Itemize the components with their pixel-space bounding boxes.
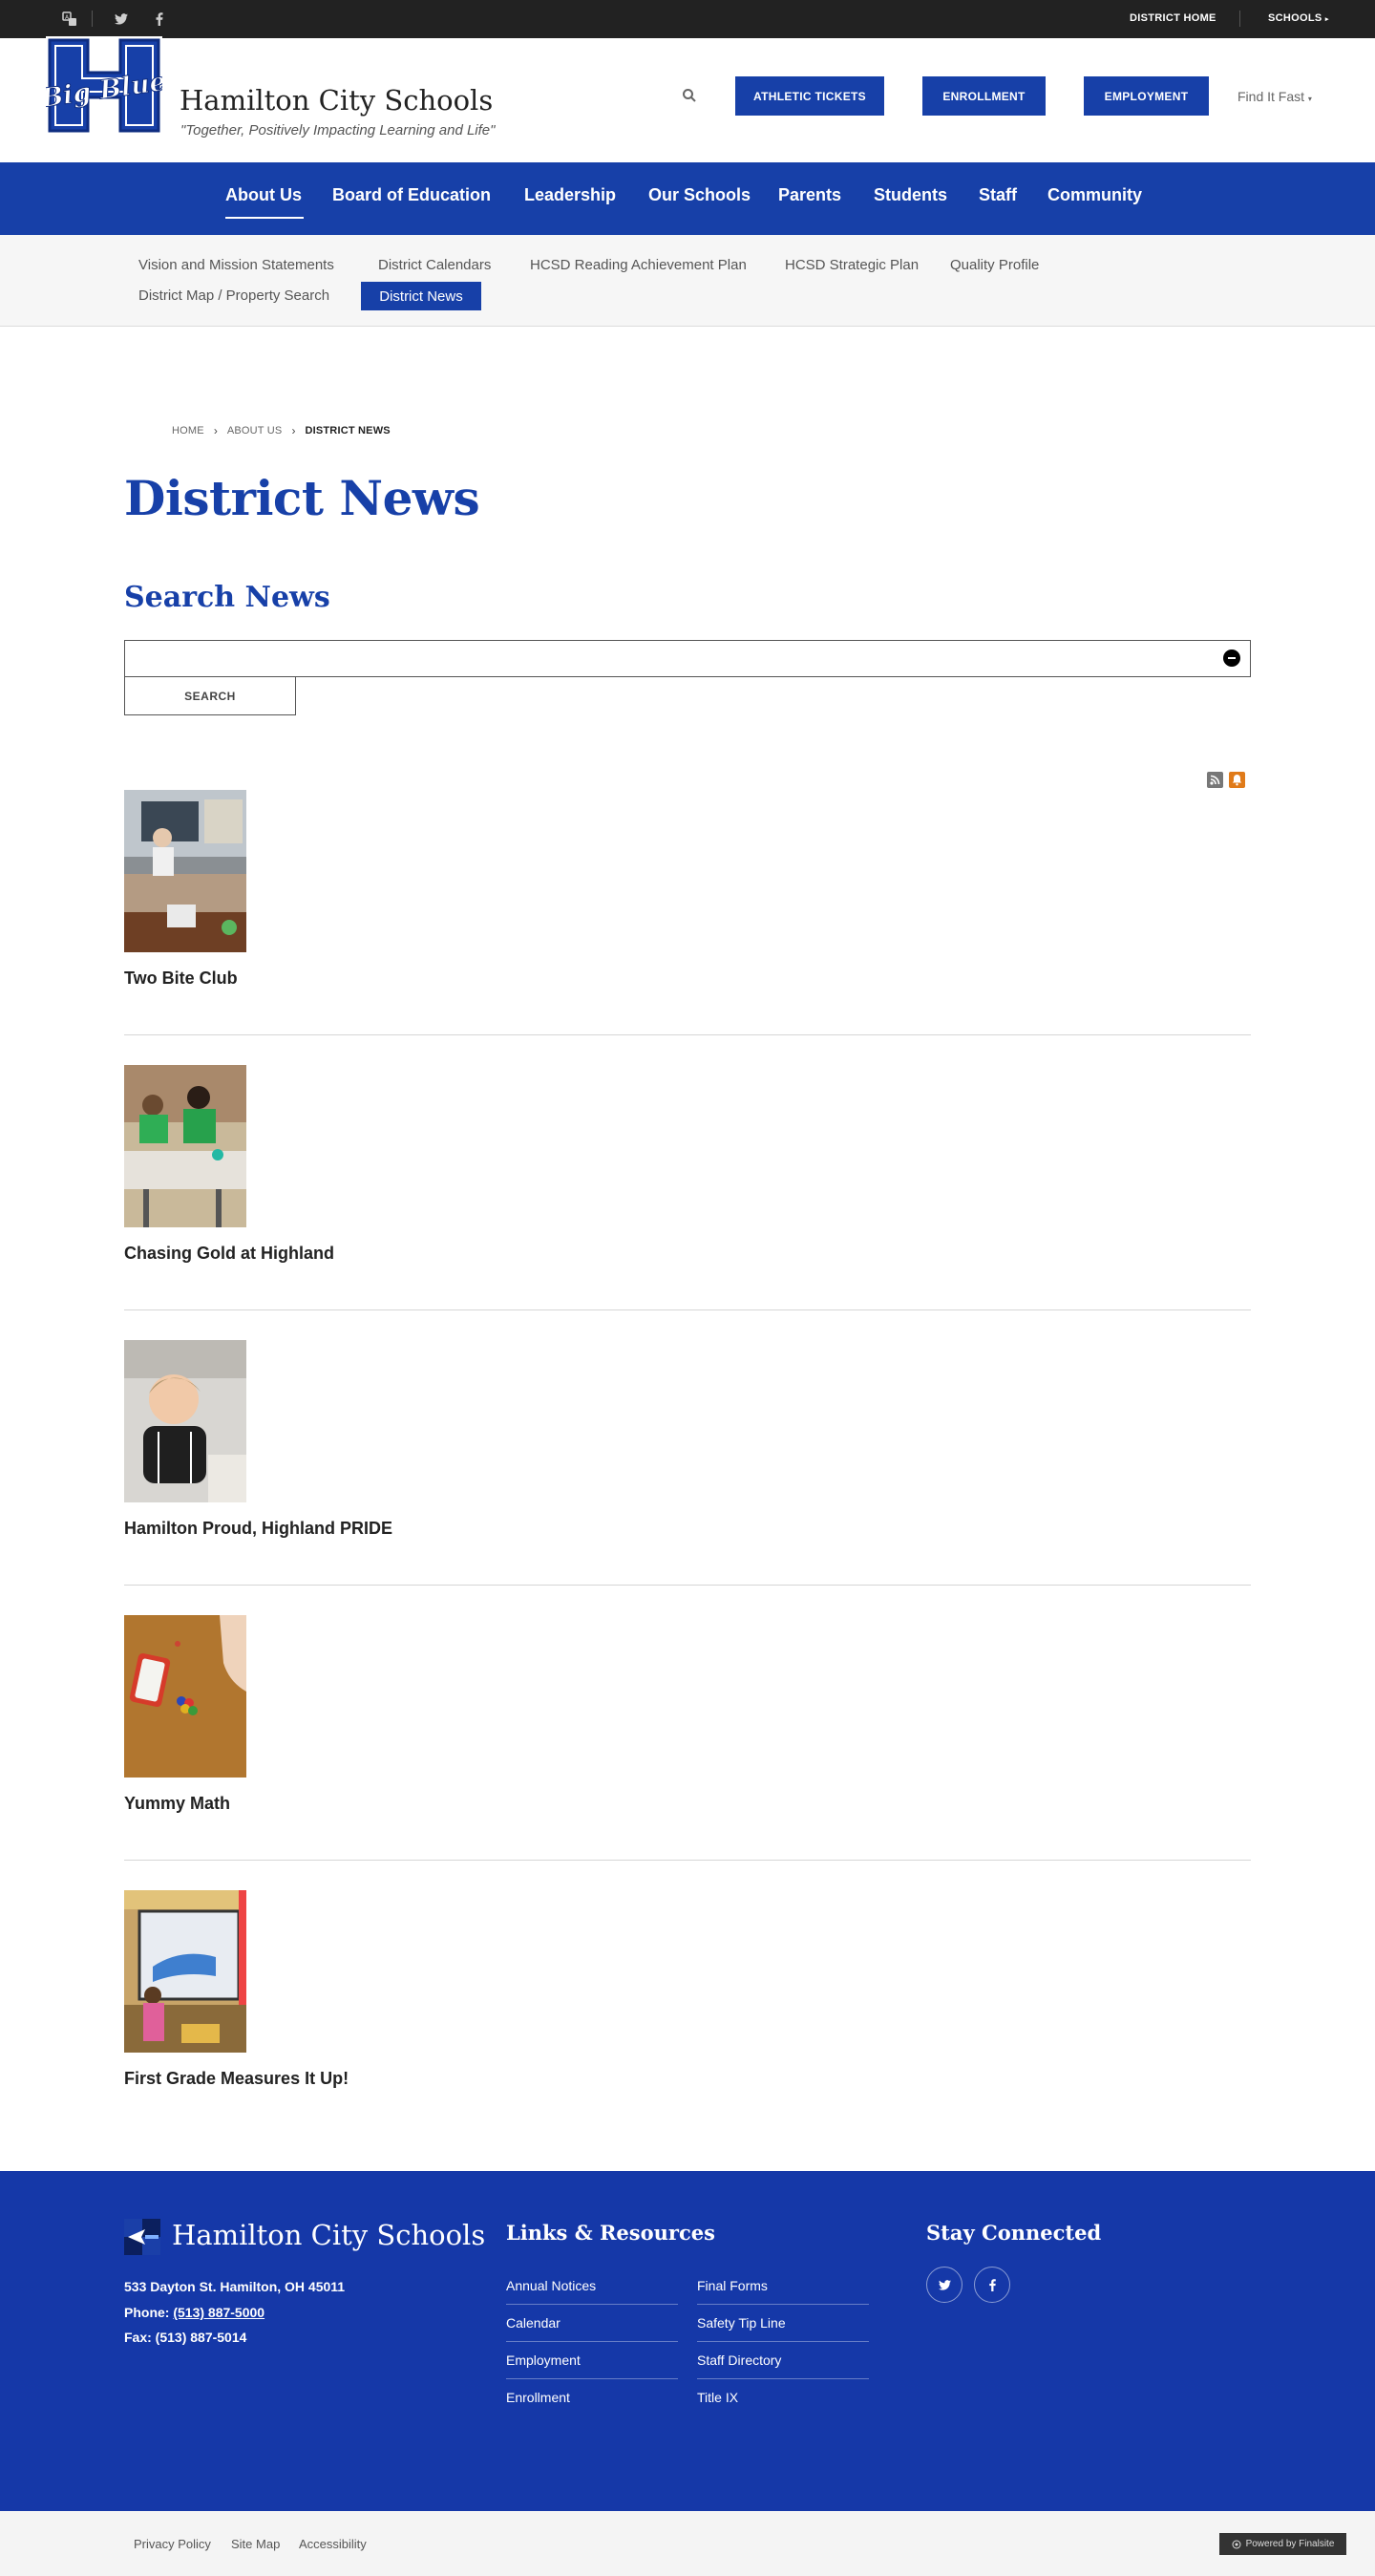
subnav-district-news[interactable]: District News [361,282,481,310]
utility-bar: A DISTRICT HOME SCHOOLS ▸ [0,0,1375,38]
district-logo[interactable]: Big Blue [38,36,168,135]
subnav-district-map[interactable]: District Map / Property Search [138,287,329,304]
news-divider [124,1585,1251,1586]
accessibility-link[interactable]: Accessibility [299,2537,367,2551]
site-title[interactable]: Hamilton City Schools [180,84,493,117]
breadcrumb: HOME › ABOUT US › DISTRICT NEWS [172,424,391,437]
athletic-tickets-button[interactable]: ATHLETIC TICKETS [735,76,884,116]
subnav-quality-profile[interactable]: Quality Profile [950,257,1039,273]
news-search-input[interactable] [124,640,1251,677]
footer-link-calendar[interactable]: Calendar [506,2315,678,2342]
district-home-link[interactable]: DISTRICT HOME [1130,12,1216,24]
news-title[interactable]: First Grade Measures It Up! [124,2069,349,2089]
site-tagline: "Together, Positively Impacting Learning… [180,122,496,138]
clear-search-icon[interactable] [1223,649,1240,667]
rss-icon[interactable] [1207,772,1223,788]
search-news-heading: Search News [124,581,330,614]
footer-facebook-icon[interactable] [974,2267,1010,2303]
enrollment-button[interactable]: ENROLLMENT [922,76,1046,116]
footer-logo[interactable] [124,2219,160,2255]
news-thumbnail[interactable] [124,1065,246,1227]
footer-phone-label: Phone: [124,2305,170,2320]
news-thumbnail[interactable] [124,1890,246,2053]
nav-staff[interactable]: Staff [979,185,1017,205]
subnav-vision-mission[interactable]: Vision and Mission Statements [138,257,334,273]
news-item[interactable]: First Grade Measures It Up! [124,1890,1251,2165]
footer-link-employment[interactable]: Employment [506,2352,678,2379]
footer-link-annual-notices[interactable]: Annual Notices [506,2278,678,2305]
nav-students[interactable]: Students [874,185,947,205]
footer-phone-link[interactable]: (513) 887-5000 [173,2305,264,2320]
news-title[interactable]: Two Bite Club [124,969,238,989]
news-divider [124,1860,1251,1861]
translate-icon[interactable]: A [60,10,79,29]
nav-leadership[interactable]: Leadership [524,185,616,205]
news-thumbnail[interactable] [124,1615,246,1778]
legal-bar: Privacy Policy Site Map Accessibility [0,2511,1375,2576]
active-nav-indicator [225,217,304,219]
footer-district-name: Hamilton City Schools [172,2219,486,2251]
caret-down-icon: ▾ [1307,95,1312,103]
nav-board-of-education[interactable]: Board of Education [332,185,491,205]
footer-phone: Phone: (513) 887-5000 [124,2305,264,2320]
footer-address: 533 Dayton St. Hamilton, OH 45011 [124,2279,346,2294]
news-item[interactable]: Yummy Math [124,1615,1251,1890]
main-navigation: About Us Board of Education Leadership O… [0,162,1375,235]
stay-connected-heading: Stay Connected [926,2221,1102,2245]
links-resources-heading: Links & Resources [506,2221,715,2245]
news-title[interactable]: Hamilton Proud, Highland PRIDE [124,1519,392,1539]
breadcrumb-home[interactable]: HOME [172,425,204,436]
schools-dropdown[interactable]: SCHOOLS ▸ [1268,12,1329,24]
privacy-policy-link[interactable]: Privacy Policy [134,2537,211,2551]
news-divider [124,1034,1251,1035]
footer-fax: Fax: (513) 887-5014 [124,2330,247,2345]
notification-icon[interactable] [1229,772,1245,788]
footer-link-enrollment[interactable]: Enrollment [506,2390,678,2416]
find-it-fast-dropdown[interactable]: Find It Fast ▾ [1238,89,1312,104]
powered-by-badge[interactable]: Powered by Finalsite [1219,2533,1346,2555]
news-divider [124,1309,1251,1310]
nav-about-us[interactable]: About Us [225,185,302,205]
chevron-right-icon: › [213,424,218,437]
footer-link-final-forms[interactable]: Final Forms [697,2278,869,2305]
site-footer: Hamilton City Schools 533 Dayton St. Ham… [0,2171,1375,2511]
news-item[interactable]: Hamilton Proud, Highland PRIDE [124,1340,1251,1615]
caret-right-icon: ▸ [1324,16,1329,23]
nav-community[interactable]: Community [1047,185,1142,205]
find-it-fast-label: Find It Fast [1238,89,1305,104]
employment-button[interactable]: EMPLOYMENT [1084,76,1209,116]
breadcrumb-about-us[interactable]: ABOUT US [227,425,283,436]
subnav-reading-achievement-plan[interactable]: HCSD Reading Achievement Plan [530,257,747,273]
site-map-link[interactable]: Site Map [231,2537,280,2551]
footer-link-safety-tip-line[interactable]: Safety Tip Line [697,2315,869,2342]
news-item[interactable]: Chasing Gold at Highland [124,1065,1251,1340]
breadcrumb-current: DISTRICT NEWS [305,425,391,436]
footer-link-title-ix[interactable]: Title IX [697,2390,869,2416]
search-icon[interactable] [682,88,701,107]
page-title: District News [124,470,480,526]
schools-label: SCHOOLS [1268,12,1322,24]
news-item[interactable]: Two Bite Club [124,790,1251,1065]
powered-by-label: Powered by Finalsite [1245,2539,1335,2549]
search-button[interactable]: SEARCH [124,676,296,715]
news-thumbnail[interactable] [124,1340,246,1502]
news-title[interactable]: Chasing Gold at Highland [124,1244,334,1264]
footer-link-staff-directory[interactable]: Staff Directory [697,2352,869,2379]
footer-twitter-icon[interactable] [926,2267,962,2303]
utility-divider [1239,11,1240,27]
twitter-icon[interactable] [112,10,131,29]
facebook-icon[interactable] [150,10,169,29]
nav-parents[interactable]: Parents [778,185,841,205]
section-sub-navigation: Vision and Mission Statements District C… [0,235,1375,327]
chevron-right-icon: › [291,424,296,437]
news-thumbnail[interactable] [124,790,246,952]
utility-divider [92,11,93,27]
nav-our-schools[interactable]: Our Schools [648,185,751,205]
subnav-district-calendars[interactable]: District Calendars [378,257,491,273]
finalsite-icon [1232,2540,1241,2548]
news-title[interactable]: Yummy Math [124,1794,230,1814]
subnav-strategic-plan[interactable]: HCSD Strategic Plan [785,257,919,273]
